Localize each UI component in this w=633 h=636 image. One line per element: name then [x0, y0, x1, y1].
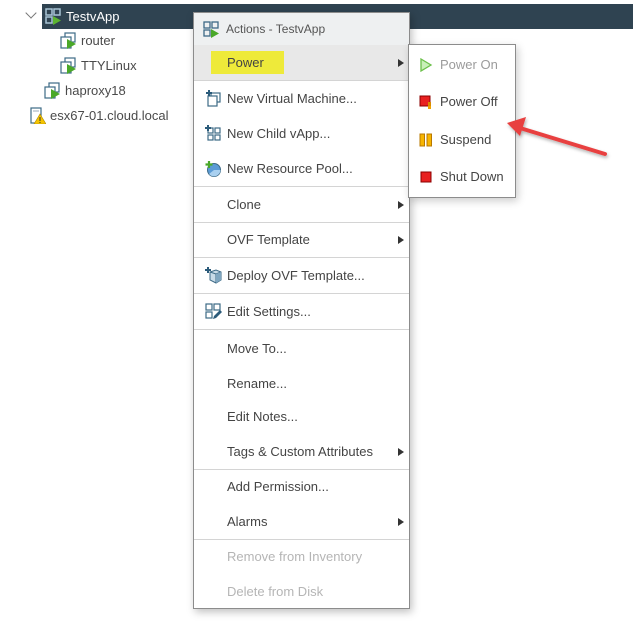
submenu-item-label: Power Off — [440, 94, 498, 109]
submenu-item-power-on: Power On — [409, 46, 515, 83]
menu-item-label: Alarms — [227, 514, 268, 529]
menu-item-new-virtual-machine[interactable]: New Virtual Machine... — [194, 81, 409, 116]
new-vm-icon — [205, 90, 222, 107]
power-on-icon — [419, 57, 433, 72]
menu-item-label: Edit Notes... — [227, 409, 298, 424]
tree-item-label: haproxy18 — [65, 82, 126, 98]
menu-item-tags-custom-attributes[interactable]: Tags & Custom Attributes — [194, 434, 409, 469]
submenu-item-label: Power On — [440, 57, 498, 72]
menu-item-new-child-vapp[interactable]: New Child vApp... — [194, 116, 409, 151]
menu-item-delete-from-disk: Delete from Disk — [194, 574, 409, 609]
menu-item-label: Edit Settings... — [227, 304, 311, 319]
power-submenu: Power On Power Off Suspend Shut Down — [408, 44, 516, 198]
suspend-icon — [419, 133, 433, 147]
submenu-item-suspend[interactable]: Suspend — [409, 121, 515, 158]
actions-context-menu: Actions - TestvApp Power New Virtual Mac… — [193, 12, 410, 609]
menu-item-label: Power — [227, 55, 264, 70]
vapp-icon — [45, 7, 62, 25]
menu-item-label: OVF Template — [227, 232, 310, 247]
shut-down-icon — [419, 170, 433, 184]
edit-settings-icon — [205, 303, 222, 320]
chevron-down-icon[interactable] — [25, 7, 37, 19]
submenu-item-label: Suspend — [440, 132, 492, 147]
menu-item-alarms[interactable]: Alarms — [194, 504, 409, 539]
vm-powered-on-icon — [44, 81, 61, 99]
submenu-item-shut-down[interactable]: Shut Down — [409, 158, 515, 195]
menu-item-add-permission[interactable]: Add Permission... — [194, 469, 409, 504]
menu-item-label: Move To... — [227, 341, 287, 356]
arrow-icon — [507, 117, 607, 156]
tree-item-label: esx67-01.cloud.local — [50, 107, 169, 123]
menu-header: Actions - TestvApp — [194, 13, 409, 45]
tree-item-label: TestvApp — [66, 8, 120, 24]
submenu-arrow-icon — [398, 58, 404, 67]
vm-powered-on-icon — [60, 56, 77, 74]
menu-item-move-to[interactable]: Move To... — [194, 331, 409, 366]
menu-item-power[interactable]: Power — [194, 45, 409, 80]
menu-item-label: Tags & Custom Attributes — [227, 444, 373, 459]
menu-item-label: Remove from Inventory — [227, 549, 363, 564]
tree-item-esx-host[interactable]: esx67-01.cloud.local — [29, 104, 169, 126]
menu-item-rename[interactable]: Rename... — [194, 366, 409, 401]
new-resource-pool-icon — [205, 160, 222, 177]
menu-item-label: Rename... — [227, 376, 287, 391]
menu-item-clone[interactable]: Clone — [194, 187, 409, 222]
deploy-ovf-icon — [205, 267, 222, 284]
tree-item-testvapp[interactable]: TestvApp — [42, 5, 126, 27]
submenu-item-power-off[interactable]: Power Off — [409, 83, 515, 120]
menu-item-ovf-template[interactable]: OVF Template — [194, 222, 409, 257]
new-vapp-icon — [205, 125, 222, 142]
menu-item-label: Deploy OVF Template... — [227, 268, 365, 283]
vapp-icon — [203, 20, 220, 38]
submenu-arrow-icon — [398, 235, 404, 244]
menu-item-edit-settings[interactable]: Edit Settings... — [194, 294, 409, 329]
tree-item-label: TTYLinux — [81, 57, 137, 73]
menu-item-label: Add Permission... — [227, 479, 329, 494]
host-warning-icon — [29, 106, 46, 124]
menu-item-deploy-ovf-template[interactable]: Deploy OVF Template... — [194, 258, 409, 293]
menu-title: Actions - TestvApp — [226, 22, 326, 36]
tree-item-label: router — [81, 32, 115, 48]
submenu-item-label: Shut Down — [440, 169, 504, 184]
submenu-arrow-icon — [398, 447, 404, 456]
tree-item-router[interactable]: router — [60, 29, 115, 51]
menu-item-new-resource-pool[interactable]: New Resource Pool... — [194, 151, 409, 186]
menu-item-label: New Resource Pool... — [227, 161, 353, 176]
menu-item-label: New Child vApp... — [227, 126, 331, 141]
menu-item-label: New Virtual Machine... — [227, 91, 357, 106]
power-off-icon — [419, 95, 433, 109]
tree-item-ttylinux[interactable]: TTYLinux — [60, 54, 137, 76]
vm-powered-on-icon — [60, 31, 77, 49]
menu-item-label: Delete from Disk — [227, 584, 324, 599]
menu-separator — [194, 329, 409, 330]
menu-item-remove-from-inventory: Remove from Inventory — [194, 539, 409, 574]
menu-item-edit-notes[interactable]: Edit Notes... — [194, 399, 409, 434]
submenu-arrow-icon — [398, 200, 404, 209]
submenu-arrow-icon — [398, 517, 404, 526]
tree-item-haproxy18[interactable]: haproxy18 — [44, 79, 126, 101]
menu-item-label: Clone — [227, 197, 261, 212]
